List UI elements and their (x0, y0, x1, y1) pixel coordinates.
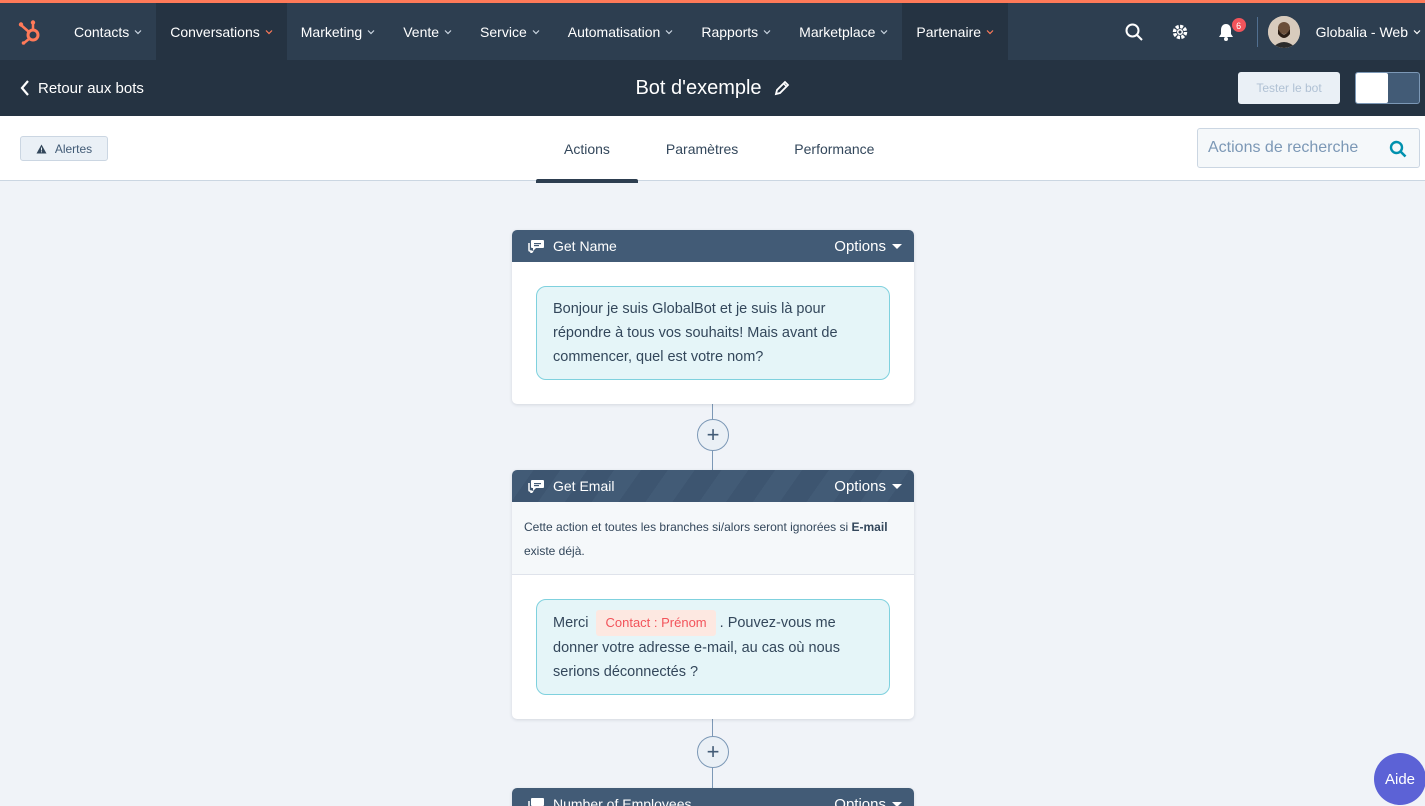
note-prefix: Cette action et toutes les branches si/a… (524, 520, 852, 534)
account-name: Globalia - Web (1315, 23, 1408, 40)
chevron-down-icon (665, 29, 673, 34)
nav-item-conversations[interactable]: Conversations (156, 3, 287, 60)
tab-parametres[interactable]: Paramètres (638, 116, 766, 181)
nav-item-label: Contacts (74, 23, 130, 40)
card-title: Get Email (553, 478, 615, 494)
note-suffix: existe déjà. (524, 544, 585, 558)
alerts-button[interactable]: Alertes (20, 136, 108, 161)
bot-header-bar: Retour aux bots Bot d'exemple Tester le … (0, 60, 1425, 116)
chevron-down-icon (986, 29, 994, 34)
message-prefix: Merci (553, 615, 593, 631)
caret-down-icon (892, 243, 902, 249)
nav-item-vente[interactable]: Vente (389, 3, 466, 60)
nav-item-label: Vente (403, 23, 440, 40)
alerts-label: Alertes (54, 141, 93, 156)
card-title: Number of Employees (553, 796, 692, 806)
chevron-down-icon (367, 29, 375, 34)
nav-item-label: Marketing (300, 23, 363, 40)
caret-down-icon (892, 483, 902, 489)
search-icon[interactable] (1389, 140, 1407, 158)
toggle-knob (1356, 73, 1388, 103)
skip-condition-note: Cette action et toutes les branches si/a… (512, 502, 914, 575)
notifications-count-badge: 6 (1230, 17, 1247, 33)
options-label: Options (834, 477, 886, 495)
card-options-dropdown[interactable]: Options (834, 478, 902, 495)
card-header: Number of Employees Options (512, 788, 914, 806)
search-icon[interactable] (1111, 3, 1157, 60)
tab-list: Actions Paramètres Performance (536, 116, 902, 183)
add-action-button[interactable]: + (697, 419, 729, 451)
card-header: Get Email Options (512, 470, 914, 502)
nav-item-label: Partenaire (916, 23, 982, 40)
search-actions-input[interactable] (1208, 139, 1378, 157)
card-options-dropdown[interactable]: Options (834, 796, 902, 806)
divider (1256, 16, 1258, 47)
nav-item-automatisation[interactable]: Automatisation (554, 3, 688, 60)
tab-performance[interactable]: Performance (766, 116, 902, 181)
nav-item-label: Rapports (701, 23, 759, 40)
back-label: Retour aux bots (38, 79, 144, 97)
nav-item-label: Marketplace (799, 23, 876, 40)
note-field: E-mail (851, 520, 888, 534)
chevron-down-icon (1413, 29, 1421, 34)
caret-down-icon (892, 801, 902, 806)
chevron-down-icon (532, 29, 540, 34)
top-navigation: Contacts Conversations Marketing Vente S… (0, 0, 1425, 60)
chevron-down-icon (763, 29, 771, 34)
chevron-down-icon (134, 29, 142, 34)
bot-message[interactable]: Bonjour je suis GlobalBot et je suis là … (536, 286, 890, 380)
chat-bubbles-icon (528, 798, 544, 806)
chevron-down-icon (880, 29, 888, 34)
help-button[interactable]: Aide (1374, 753, 1425, 805)
bot-title: Bot d'exemple (635, 76, 762, 99)
nav-item-label: Conversations (170, 23, 260, 40)
nav-item-label: Service (480, 23, 527, 40)
test-bot-button[interactable]: Tester le bot (1238, 72, 1340, 104)
action-card-number-of-employees[interactable]: Number of Employees Options (512, 788, 914, 806)
nav-item-rapports[interactable]: Rapports (687, 3, 785, 60)
options-label: Options (834, 795, 886, 806)
nav-item-service[interactable]: Service (466, 3, 554, 60)
hubspot-logo-icon[interactable] (0, 3, 60, 60)
personalization-token[interactable]: Contact : Prénom (596, 610, 716, 636)
action-card-get-name[interactable]: Get Name Options Bonjour je suis GlobalB… (512, 230, 914, 404)
chevron-left-icon (20, 80, 29, 96)
warning-icon (36, 144, 47, 153)
chat-bubbles-icon (528, 480, 544, 493)
card-title: Get Name (553, 238, 617, 254)
pencil-icon[interactable] (774, 80, 790, 96)
nav-item-marketplace[interactable]: Marketplace (785, 3, 902, 60)
gear-icon[interactable] (1157, 3, 1203, 60)
nav-item-partenaire[interactable]: Partenaire (902, 3, 1009, 60)
notifications-bell-icon[interactable]: 6 (1203, 3, 1249, 60)
tabs-bar: Alertes Actions Paramètres Performance (0, 116, 1425, 183)
action-card-get-email[interactable]: Get Email Options Cette action et toutes… (512, 470, 914, 719)
card-options-dropdown[interactable]: Options (834, 238, 902, 255)
chat-bubbles-icon (528, 240, 544, 253)
bot-flow-canvas: Get Name Options Bonjour je suis GlobalB… (0, 181, 1425, 806)
bot-message[interactable]: Merci Contact : Prénom. Pouvez-vous me d… (536, 599, 890, 695)
nav-item-marketing[interactable]: Marketing (287, 3, 389, 60)
tab-actions[interactable]: Actions (536, 116, 638, 183)
search-actions-field (1197, 128, 1420, 168)
card-header: Get Name Options (512, 230, 914, 262)
bot-enable-toggle[interactable] (1355, 72, 1420, 104)
account-menu[interactable]: Globalia - Web (1316, 24, 1425, 40)
options-label: Options (834, 237, 886, 255)
back-to-bots-link[interactable]: Retour aux bots (20, 60, 144, 116)
nav-item-label: Automatisation (567, 23, 661, 40)
add-action-button[interactable]: + (697, 736, 729, 768)
chevron-down-icon (265, 29, 273, 34)
avatar[interactable] (1267, 15, 1300, 48)
nav-item-contacts[interactable]: Contacts (60, 3, 156, 60)
chevron-down-icon (444, 29, 452, 34)
